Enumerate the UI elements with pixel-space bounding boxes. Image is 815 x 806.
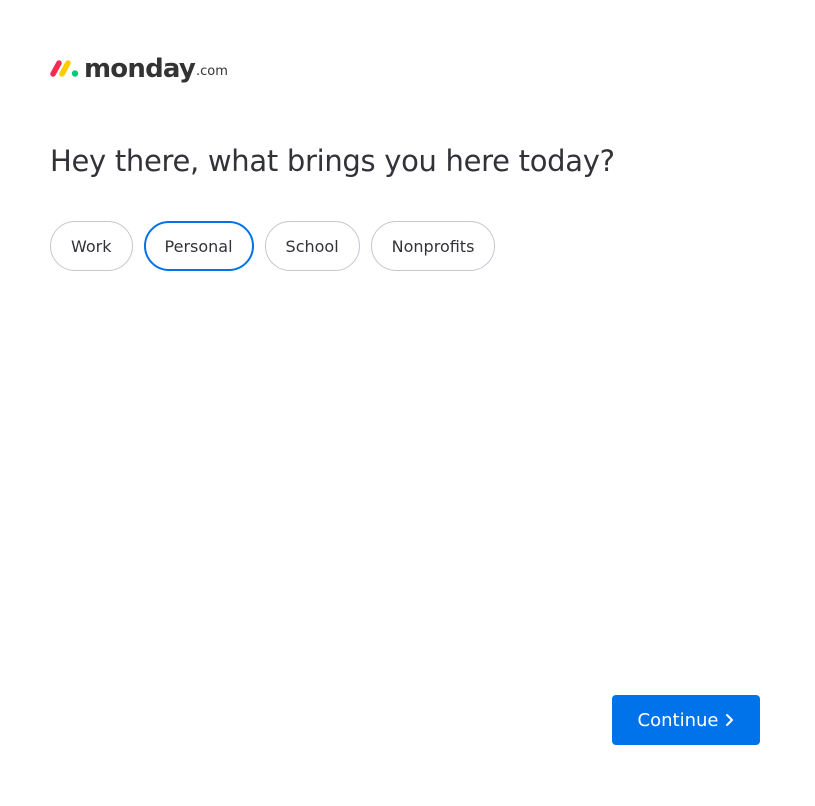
monday-logo: monday .com — [50, 52, 228, 84]
monday-logo-mark-icon — [50, 60, 79, 77]
continue-button-label: Continue — [637, 709, 719, 731]
purpose-options: Work Personal School Nonprofits — [50, 221, 496, 271]
option-work-button[interactable]: Work — [50, 221, 133, 271]
option-school-button[interactable]: School — [264, 221, 360, 271]
option-personal-button[interactable]: Personal — [143, 221, 254, 271]
chevron-right-icon — [726, 714, 734, 726]
logo-tld: .com — [195, 64, 228, 79]
logo-wordmark: monday — [84, 54, 196, 84]
continue-button[interactable]: Continue — [612, 695, 760, 745]
page-title: Hey there, what brings you here today? — [50, 144, 615, 178]
option-nonprofits-button[interactable]: Nonprofits — [370, 221, 496, 271]
